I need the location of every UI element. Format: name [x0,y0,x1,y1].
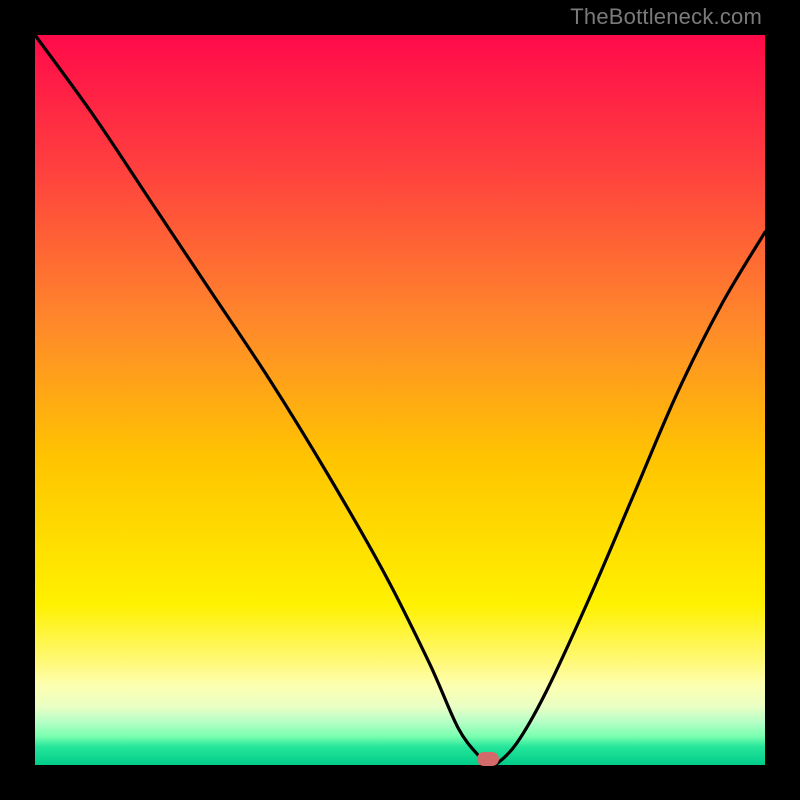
optimal-point-marker [477,752,499,766]
plot-area [35,35,765,765]
bottleneck-chart: TheBottleneck.com [0,0,800,800]
watermark-text: TheBottleneck.com [570,4,762,30]
curve-svg [35,35,765,765]
bottleneck-curve-path [35,35,765,767]
